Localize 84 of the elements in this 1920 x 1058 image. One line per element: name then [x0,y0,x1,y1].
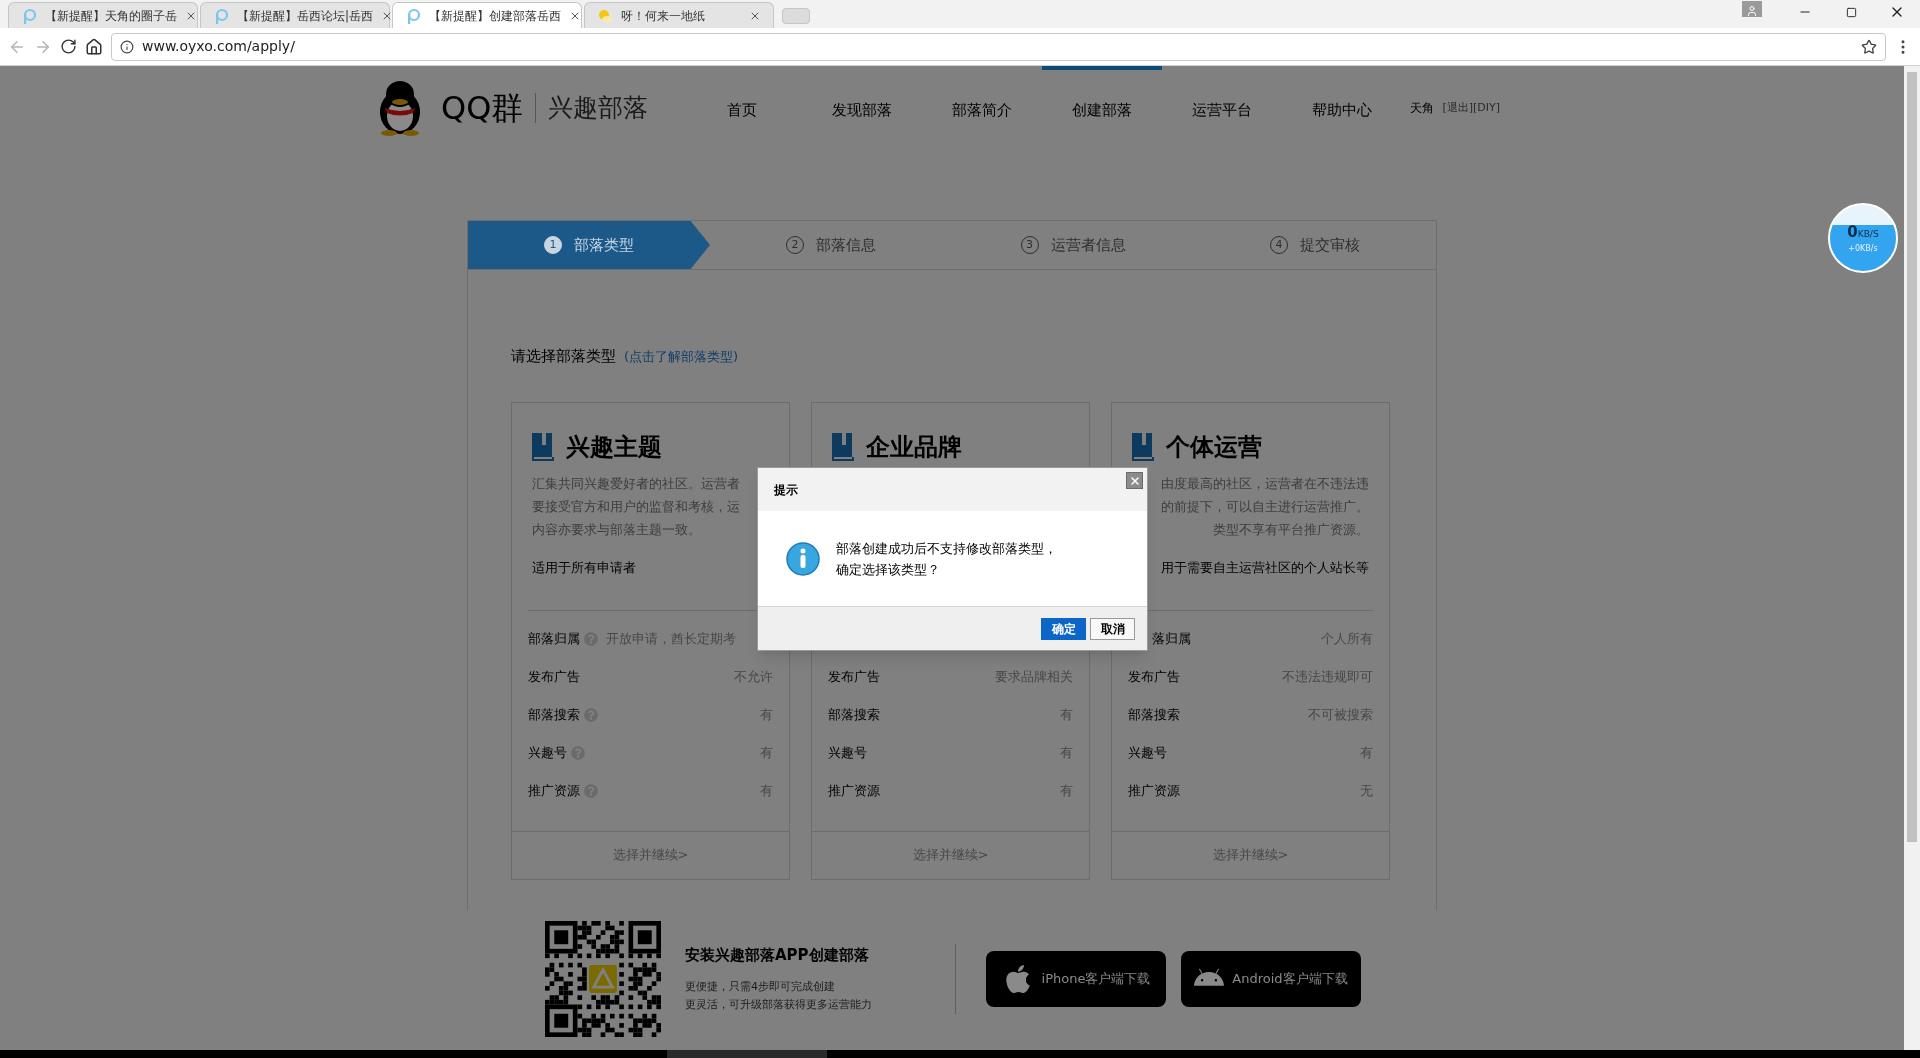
url-text: www.oyxo.com/apply/ [142,37,295,56]
dialog-message: 确定选择该类型？ [836,560,941,579]
spiral-icon [21,7,37,24]
row-value: 有 [760,743,773,762]
row-label: 部落搜索 [528,705,580,724]
card-description: 要接受官方和用户的监督和考核，运 [532,498,740,517]
restore-icon [1845,6,1857,18]
row-label: 部落归属 [528,629,580,648]
download-button[interactable]: Android客户端下载 [1181,951,1361,1007]
card-title: 个体运营 [1166,432,1262,464]
tab-title: 呀！何来一地纸 [621,7,706,25]
card-audience: 适用于所有申请者 [532,559,636,578]
book-icon [832,433,854,462]
dialog-message: 部落创建成功后不支持修改部落类型， [836,539,1057,558]
tab-title: 【新提醒】创建部落岳西 [429,7,561,25]
tab-title: 【新提醒】岳西论坛|岳西 [237,7,374,25]
row-value: 有 [760,781,773,800]
dialog-title: 提示 [774,481,798,499]
nav-link[interactable]: 帮助中心 [1282,66,1403,150]
upload-speed: +0KB/s [1848,243,1878,256]
spiral-icon [405,7,421,24]
dialog-button[interactable]: 确定 [1041,617,1086,640]
close-icon [1128,474,1141,487]
tab-title: 【新提醒】天角的圈子岳 [45,7,177,25]
row-label: 推广资源 [828,781,880,800]
book-icon [1132,433,1154,462]
bookmark-star-icon[interactable] [1861,38,1877,55]
sun-cloud-icon [597,7,613,24]
row-value: 有 [760,705,773,724]
user-icon [1746,5,1758,17]
info-icon [786,541,820,576]
browser-tab[interactable]: 【新提醒】创建部落岳西 [392,2,582,28]
promo-title: 安装兴趣部落APP创建部落 [685,944,870,966]
info-icon[interactable] [120,39,134,54]
row-value: 有 [1060,781,1073,800]
nav-link[interactable]: 运营平台 [1162,66,1283,150]
row-value: 不允许 [734,667,773,686]
nav-link[interactable]: 首页 [682,66,803,150]
card-audience: 用于需要自主运营社区的个人站长等 [1161,559,1369,578]
speed-value: 0 [1847,221,1858,243]
row-value: 有 [1360,743,1373,762]
row-label: 发布广告 [528,667,580,686]
close-button[interactable] [1126,472,1143,489]
prompt-text: 请选择部落类型 [511,346,616,367]
reload-icon[interactable] [60,38,77,55]
dialog-button[interactable]: 取消 [1090,617,1135,640]
scrollbar[interactable] [1904,66,1920,1050]
browser-tab[interactable]: 呀！何来一地纸 [584,2,774,28]
row-label: 推广资源 [528,781,580,800]
promo-text: 更灵活，可升级部落获得更多运营能力 [685,997,872,1014]
browser-tab[interactable]: 【新提醒】天角的圈子岳 [8,2,198,28]
card-description: 类型不享有平台推广资源。 [1213,521,1369,540]
logo-subtitle: 兴趣部落 [548,92,649,125]
row-label: 推广资源 [1128,781,1180,800]
row-label: 兴趣号 [528,743,567,762]
download-button[interactable]: iPhone客户端下载 [986,951,1166,1007]
row-value: 有 [1060,743,1073,762]
card-title: 企业品牌 [866,432,962,464]
nav-link[interactable]: 发现部落 [802,66,923,150]
row-label: 发布广告 [828,667,880,686]
address-field[interactable]: www.oyxo.com/apply/ [111,32,1886,61]
book-icon [532,433,554,462]
promo-text: 更便捷，只需4步即可完成创建 [685,979,836,996]
logo-text: QQ群 [441,88,524,129]
spiral-icon [213,7,229,24]
nav-link[interactable]: 创建部落 [1042,66,1163,150]
user-links[interactable]: [退出][DIY] [1442,99,1500,117]
user-name: 天角 [1410,100,1435,117]
card-description: 由度最高的社区，运营者在不违法违 [1161,475,1369,494]
row-label: 兴趣号 [1128,743,1167,762]
row-label: 部落搜索 [1128,705,1180,724]
home-icon[interactable] [85,37,103,56]
row-value: 有 [1060,705,1073,724]
nav-link[interactable]: 部落简介 [922,66,1043,150]
row-label: 发布广告 [1128,667,1180,686]
row-label: 落归属 [1151,629,1191,648]
row-label: 部落搜索 [828,705,880,724]
card-title: 兴趣主题 [566,432,662,464]
browser-tab[interactable]: 【新提醒】岳西论坛|岳西 [200,2,390,28]
type-info-link[interactable]: (点击了解部落类型) [624,346,739,366]
row-label: 兴趣号 [828,743,867,762]
card-description: 汇集共同兴趣爱好者的社区。运营者 [532,475,740,494]
card-description: 的前提下，可以自主进行运营推广。 [1161,498,1369,517]
speed-unit: KB/S [1857,228,1879,241]
